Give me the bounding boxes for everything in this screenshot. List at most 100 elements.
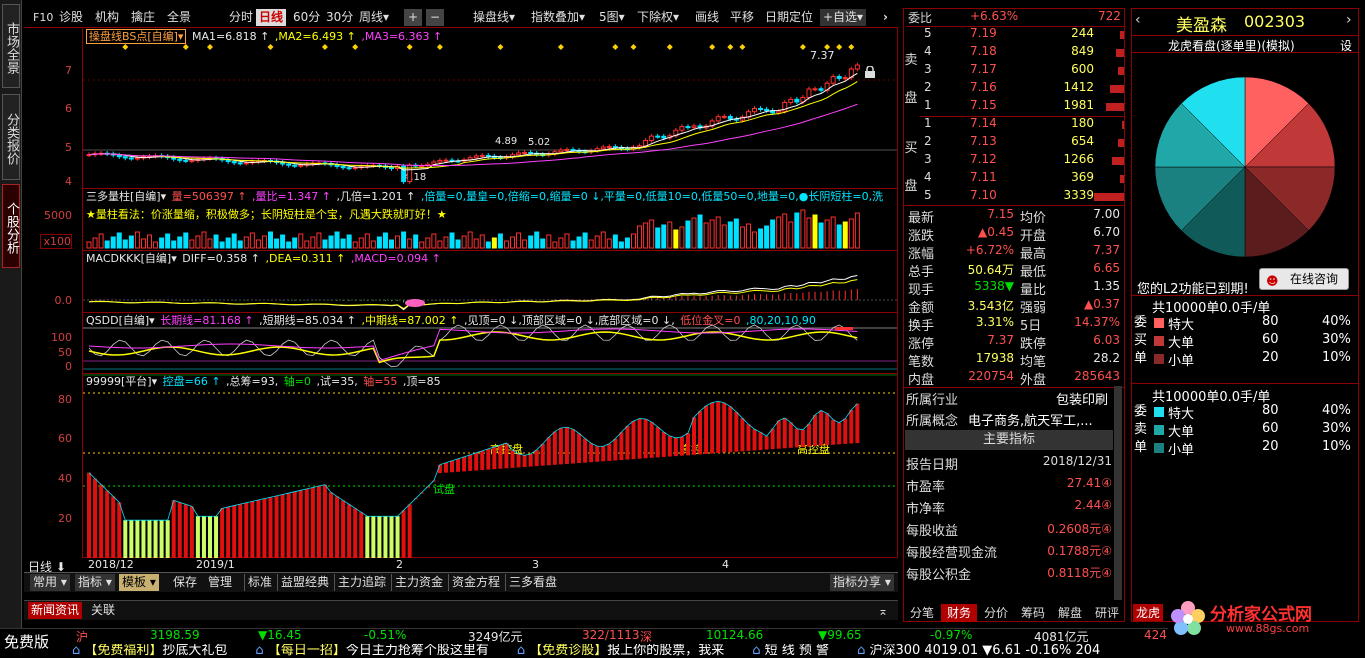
volume-bar [310,236,316,249]
quote-tab-3[interactable]: 筹码 [1015,604,1051,622]
macd-axis-0: 0.0 [54,294,73,307]
panorama-button[interactable]: 全景 [164,9,194,26]
tab-standard[interactable]: 标准 [244,574,275,591]
sell-level-5[interactable]: 5 7.19 244 [906,26,1126,44]
related-tab[interactable]: 关联 [88,602,118,619]
kp-bar [244,502,249,558]
scroll-news-item[interactable]: ⌂ 【免费福利】抄底大礼包 [72,644,227,658]
tab-classic[interactable]: 益盟经典 [277,574,332,591]
volume-bar [268,231,273,249]
consult-button[interactable]: ☻ 在线咨询 [1259,268,1349,290]
quote-scrollbar[interactable] [1114,386,1122,600]
kp-bar [238,504,243,558]
tab-template[interactable]: 模板 ▾ [119,574,159,591]
period-weekly[interactable]: 周线▾ [356,9,392,26]
news-tab[interactable]: 新闻资讯 [28,602,83,619]
zoom-out-button[interactable]: − [426,9,444,26]
tab-common[interactable]: 常用 ▾ [30,574,70,591]
left-tab-stock[interactable]: 个股分析 [2,184,20,268]
kp-bar [407,504,412,558]
exright-button[interactable]: 下除权▾ [634,9,682,26]
industry-value[interactable]: 包装印刷 [1056,389,1108,408]
kline-chart-canvas[interactable] [83,28,897,558]
volume-bar [522,239,528,249]
volume-bar [764,225,770,249]
pan-button[interactable]: 平移 [727,9,757,26]
indicator-share-button[interactable]: 指标分享 ▾ [830,574,894,591]
next-stock-icon[interactable]: › [1346,12,1352,28]
kp-bar [528,453,533,467]
kp-bar [698,411,703,455]
institution-button[interactable]: 机构 [92,9,122,26]
left-tab-market[interactable]: 市场全景 [2,4,20,88]
sell-level-3[interactable]: 3 7.17 600 [906,62,1126,80]
buy-level-5[interactable]: 5 7.10 3339 [906,188,1126,206]
candle-body [340,165,346,169]
volume-bar [588,239,594,249]
expand-arrow-icon[interactable]: › [880,9,891,26]
scroll-news-item[interactable]: ⌂ 沪深300 4019.01 ▼6.61 -0.16% 204 [857,644,1100,658]
sell-level-4[interactable]: 4 7.18 849 [906,44,1126,62]
period-60min[interactable]: 60分 [290,9,323,26]
golden-cross-icon [405,299,425,307]
period-30min[interactable]: 30分 [323,9,356,26]
buy-level-3[interactable]: 3 7.12 1266 [906,152,1126,170]
zoom-in-button[interactable]: + [404,9,422,26]
quote-tab-1[interactable]: 财务 [941,604,977,622]
buy-level-4[interactable]: 4 7.11 369 [906,170,1126,188]
kp-bar [825,413,830,446]
index-overlay-button[interactable]: 指数叠加▾ [528,9,588,26]
kp-low-bar [365,516,370,558]
quote-tab-2[interactable]: 分价 [978,604,1014,622]
period-intraday[interactable]: 分时 [226,9,256,26]
kp-bar [583,438,588,463]
lhb-settings-button[interactable]: 设 [1340,37,1352,54]
tab-sanduo[interactable]: 三多看盘 [505,574,560,591]
diagnose-button[interactable]: 诊股 [56,9,86,26]
tab-main-track[interactable]: 主力追踪 [334,574,389,591]
order-type-count: 60 [1262,421,1279,436]
five-chart-button[interactable]: 5图▾ [596,9,628,26]
tab-save[interactable]: 保存 [170,574,200,591]
tab-indicator[interactable]: 指标 ▾ [75,574,115,591]
draw-line-button[interactable]: 画线 [692,9,722,26]
tab-manage[interactable]: 管理 [205,574,235,591]
date-locate-button[interactable]: 日期定位 [762,9,816,26]
prev-stock-icon[interactable]: ‹ [1135,12,1141,28]
volume-bar [207,238,213,249]
order-type-row: 特大 80 40% [1152,314,1357,333]
quote-tab-0[interactable]: 分笔 [904,604,940,622]
scroll-news-item[interactable]: ⌂ 【每日一招】今日主力抢筹个股这里有 [255,644,488,658]
buy-level-2[interactable]: 2 7.13 654 [906,134,1126,152]
collapse-icon[interactable]: ⌅ [878,604,888,618]
volume-bar [304,240,310,249]
scroll-news-item[interactable]: ⌂ 【免费诊股】报上你的股票，我来 [517,644,724,658]
scroll-news-item[interactable]: ⌂ 短 线 预 警 [752,644,829,658]
kp-bar [105,490,110,558]
order-type-pct: 40% [1322,314,1351,329]
ticker-sz-label: 深 [640,630,653,644]
volume-bar [776,216,782,249]
left-tab-category[interactable]: 分类报价 [2,94,20,180]
volume-bar [461,235,467,249]
quote-tab-4[interactable]: 解盘 [1052,604,1088,622]
stat-value: 7.37 [987,333,1014,347]
concept-value[interactable]: 电子商务,航天军工,... [968,410,1093,429]
quote-tab-5[interactable]: 研评 [1089,604,1125,622]
tab-fund-eq[interactable]: 资金方程 [448,574,503,591]
add-watchlist-button[interactable]: +自选▾ [820,9,867,26]
sell-level-2[interactable]: 2 7.16 1412 [906,80,1126,98]
buy-level-1[interactable]: 1 7.14 180 [906,116,1126,134]
order-type-count: 20 [1262,439,1279,454]
f10-button[interactable]: F10 [30,9,56,26]
level-price: 7.12 [970,152,997,166]
kp-bar [117,502,122,558]
sell-level-1[interactable]: 1 7.15 1981 [906,98,1126,116]
zhuang-button[interactable]: 擒庄 [128,9,158,26]
operate-line-button[interactable]: 操盘线▾ [470,9,518,26]
period-daily[interactable]: 日线 [256,9,287,26]
tab-main-fund[interactable]: 主力资金 [391,574,446,591]
lh-tab[interactable]: 龙虎 [1133,604,1164,621]
kp-low-bar [371,516,376,558]
kp-bar [456,458,461,472]
